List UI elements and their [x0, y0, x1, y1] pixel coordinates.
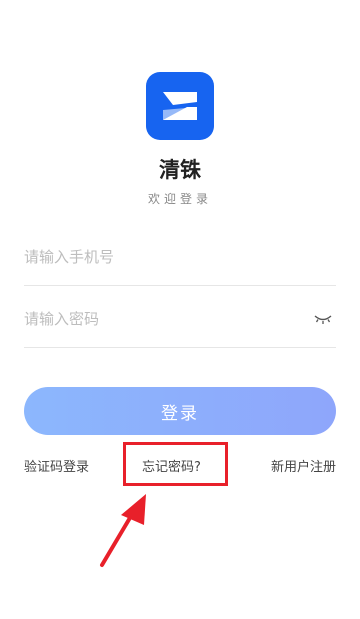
eye-closed-icon[interactable]: [314, 312, 332, 326]
login-button[interactable]: 登录: [24, 387, 336, 435]
welcome-text: 欢迎登录: [147, 192, 212, 206]
phone-field: [24, 228, 336, 286]
annotation-highlight-box: [123, 442, 228, 486]
sms-login-link[interactable]: 验证码登录: [24, 456, 89, 475]
zigzag-logo-icon: [163, 92, 197, 120]
phone-input[interactable]: [24, 228, 304, 285]
password-input[interactable]: [24, 290, 304, 347]
app-logo: [146, 72, 214, 140]
app-name: 清铢: [159, 158, 201, 182]
register-link[interactable]: 新用户注册: [271, 456, 336, 475]
password-field: [24, 290, 336, 348]
